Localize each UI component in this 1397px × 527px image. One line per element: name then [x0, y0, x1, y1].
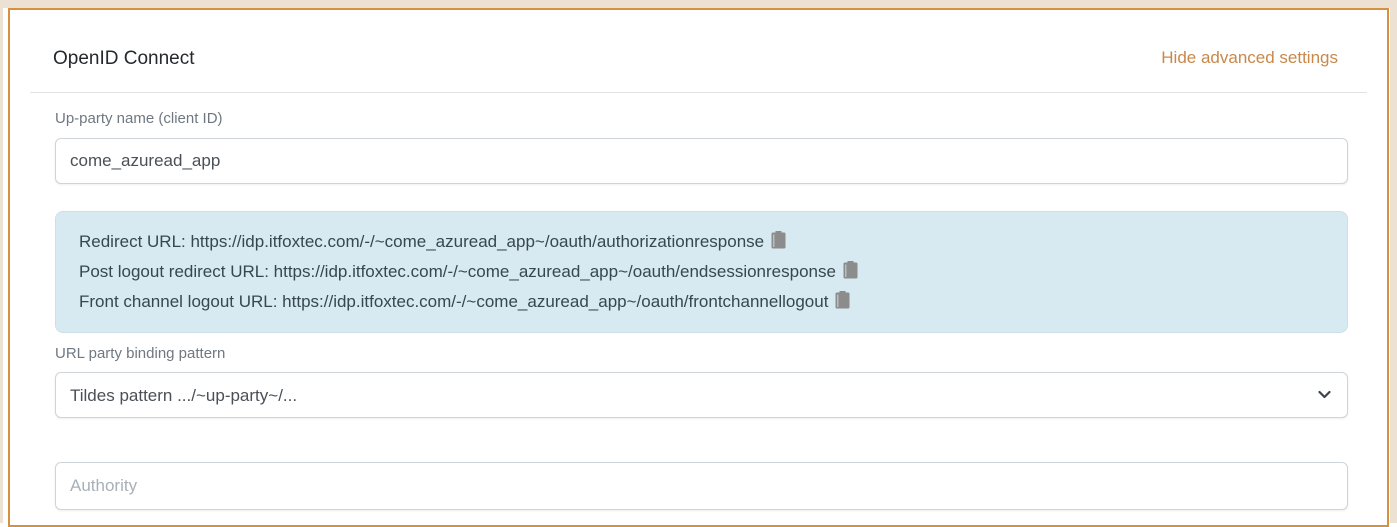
front-channel-logout-url-text: Front channel logout URL: https://idp.it…	[79, 292, 828, 311]
url-party-binding-pattern-select[interactable]: Tildes pattern .../~up-party~/...	[55, 372, 1348, 418]
up-party-name-group: Up-party name (client ID)	[55, 109, 1348, 184]
up-party-name-input[interactable]	[55, 138, 1348, 184]
page-background-edge-right	[1390, 0, 1397, 523]
authority-input[interactable]	[55, 462, 1348, 510]
form-area: Up-party name (client ID) Redirect URL: …	[10, 109, 1387, 510]
redirect-urls-info-box: Redirect URL: https://idp.itfoxtec.com/-…	[55, 211, 1348, 333]
header-divider	[30, 92, 1367, 93]
front-channel-logout-url-line: Front channel logout URL: https://idp.it…	[79, 287, 1327, 317]
page-background-edge-left	[0, 0, 3, 523]
post-logout-redirect-url-text: Post logout redirect URL: https://idp.it…	[79, 262, 836, 281]
url-party-binding-pattern-label: URL party binding pattern	[55, 344, 1348, 363]
panel-title: OpenID Connect	[53, 47, 195, 70]
redirect-url-text: Redirect URL: https://idp.itfoxtec.com/-…	[79, 232, 764, 251]
redirect-url-line: Redirect URL: https://idp.itfoxtec.com/-…	[79, 227, 1327, 257]
up-party-name-label: Up-party name (client ID)	[55, 109, 1348, 128]
openid-connect-panel: OpenID Connect Hide advanced settings Up…	[8, 8, 1389, 527]
url-party-binding-pattern-group: URL party binding pattern Tildes pattern…	[55, 344, 1348, 418]
page-background-edge-top	[0, 0, 1397, 8]
post-logout-redirect-url-line: Post logout redirect URL: https://idp.it…	[79, 257, 1327, 287]
copy-to-clipboard-icon[interactable]	[771, 231, 786, 249]
authority-group	[55, 462, 1348, 510]
copy-to-clipboard-icon[interactable]	[843, 261, 858, 279]
url-party-binding-pattern-select-wrap: Tildes pattern .../~up-party~/...	[55, 372, 1348, 418]
hide-advanced-settings-link[interactable]: Hide advanced settings	[1161, 47, 1338, 68]
panel-header: OpenID Connect Hide advanced settings	[10, 10, 1387, 70]
copy-to-clipboard-icon[interactable]	[835, 291, 850, 309]
